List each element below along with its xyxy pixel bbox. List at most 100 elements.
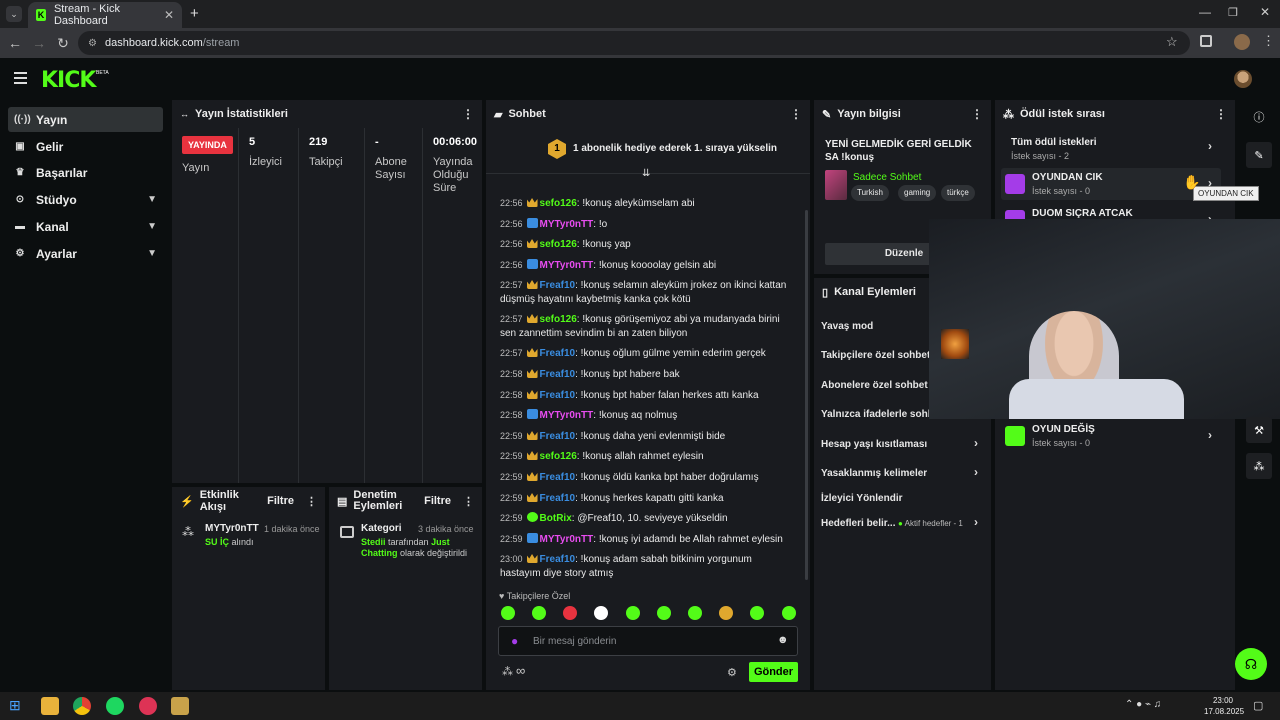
message-username[interactable]: Freaf10 xyxy=(540,280,576,291)
emote-icon[interactable] xyxy=(594,606,608,620)
message-username[interactable]: Freaf10 xyxy=(540,390,576,401)
game-launcher-icon[interactable] xyxy=(171,697,189,715)
browser-menu-icon[interactable]: ⋮ xyxy=(1262,33,1275,49)
more-options-icon[interactable]: ⋮ xyxy=(462,107,474,121)
scroll-down-icon[interactable]: ⇊ xyxy=(642,168,650,179)
message-username[interactable]: sefo126 xyxy=(540,451,577,462)
site-info-icon[interactable]: ⚙ xyxy=(88,38,97,49)
emote-icon[interactable] xyxy=(563,606,577,620)
notification-icon[interactable]: ▢ xyxy=(1253,699,1263,712)
more-options-icon[interactable]: ⋮ xyxy=(971,107,983,121)
emote-icon[interactable] xyxy=(688,606,702,620)
emote-icon[interactable] xyxy=(657,606,671,620)
layout-tool-icon[interactable]: ⁂ xyxy=(1246,453,1272,479)
minimize-icon[interactable]: — xyxy=(1199,5,1211,19)
chrome-icon[interactable] xyxy=(73,697,91,715)
chevron-right-icon[interactable]: › xyxy=(1208,139,1212,153)
message-username[interactable]: sefo126 xyxy=(540,314,577,325)
emote-icon[interactable] xyxy=(782,606,796,620)
gift-banner[interactable]: 1 1 abonelik hediye ederek 1. sıraya yük… xyxy=(486,128,810,179)
spotify-icon[interactable] xyxy=(106,697,124,715)
obs-icon[interactable] xyxy=(139,697,157,715)
emoji-icon[interactable]: ☻ xyxy=(777,634,789,646)
message-username[interactable]: MYTyr0nTT xyxy=(540,534,594,545)
message-username[interactable]: Freaf10 xyxy=(540,493,576,504)
emote-icon[interactable] xyxy=(719,606,733,620)
emote-icon[interactable] xyxy=(626,606,640,620)
microphone-icon[interactable]: ● xyxy=(511,634,518,648)
extensions-icon[interactable] xyxy=(1200,35,1212,47)
kick-logo[interactable]: KICK xyxy=(41,68,96,93)
message-time: 22:58 xyxy=(500,410,523,420)
system-tray-icons[interactable]: ⌃ ● ⌁ ♫ xyxy=(1125,699,1161,710)
channel-action-goals[interactable]: Hedefleri belir... xyxy=(821,518,895,529)
channel-action-account-age[interactable]: Hesap yaşı kısıtlaması xyxy=(821,439,927,450)
more-options-icon[interactable]: ⋮ xyxy=(463,495,474,508)
message-username[interactable]: Freaf10 xyxy=(540,369,576,380)
back-icon[interactable]: ← xyxy=(3,35,27,51)
channel-action-raid[interactable]: İzleyici Yönlendir xyxy=(821,493,903,504)
profile-avatar-icon[interactable] xyxy=(1234,34,1250,50)
all-rewards-title[interactable]: Tüm ödül istekleri xyxy=(1011,137,1097,148)
browser-tabbar: ⌄ K Stream - Kick Dashboard ✕ + — ❐ ✕ xyxy=(0,0,1280,28)
sidebar-item-basarilar[interactable]: ♛ Başarılar xyxy=(8,160,163,185)
emote-icon[interactable] xyxy=(750,606,764,620)
window-close-icon[interactable]: ✕ xyxy=(1260,5,1270,19)
info-icon[interactable]: ⓘ xyxy=(1246,104,1272,130)
message-username[interactable]: Freaf10 xyxy=(540,472,576,483)
sidebar-item-gelir[interactable]: ▣ Gelir xyxy=(8,134,163,159)
message-username[interactable]: Freaf10 xyxy=(540,431,576,442)
close-tab-icon[interactable]: ✕ xyxy=(164,8,174,22)
stream-category[interactable]: Sadece Sohbet xyxy=(853,172,921,183)
message-username[interactable]: Freaf10 xyxy=(540,348,576,359)
user-avatar[interactable] xyxy=(1234,70,1252,88)
sidebar-item-yayin[interactable]: ((·)) Yayın xyxy=(8,107,163,132)
message-username[interactable]: Freaf10 xyxy=(540,554,576,565)
browser-tab-active[interactable]: K Stream - Kick Dashboard ✕ xyxy=(28,2,182,28)
pencil-icon[interactable]: ✎ xyxy=(1246,142,1272,168)
emote-icon[interactable] xyxy=(501,606,515,620)
message-username[interactable]: MYTyr0nTT xyxy=(540,260,594,271)
reload-icon[interactable]: ↻ xyxy=(51,35,75,52)
send-button[interactable]: Gönder xyxy=(749,662,798,682)
channel-action-banned-words[interactable]: Yasaklanmış kelimeler xyxy=(821,468,927,479)
hamburger-menu-icon[interactable] xyxy=(14,72,27,87)
moderation-time: 3 dakika önce xyxy=(418,524,474,534)
channel-action-followers-only[interactable]: Takipçilere özel sohbet xyxy=(821,350,930,361)
chat-settings-icon[interactable]: ⚙ xyxy=(727,666,737,679)
sidebar-item-ayarlar[interactable]: ⚙ Ayarlar ▼ xyxy=(8,241,163,266)
new-tab-icon[interactable]: + xyxy=(190,5,199,22)
message-username[interactable]: MYTyr0nTT xyxy=(540,410,594,421)
sidebar-item-kanal[interactable]: ▬ Kanal ▼ xyxy=(8,214,163,239)
chat-input[interactable]: ● Bir mesaj gönderin ☻ xyxy=(498,626,798,656)
more-options-icon[interactable]: ⋮ xyxy=(1215,107,1227,121)
more-options-icon[interactable]: ⋮ xyxy=(790,107,802,121)
emote-icon[interactable] xyxy=(532,606,546,620)
forward-icon[interactable]: → xyxy=(27,35,51,51)
reward-item[interactable]: OYUN DEĞİŞ İstek sayısı - 0 › xyxy=(1001,420,1221,452)
file-explorer-icon[interactable] xyxy=(41,697,59,715)
chat-scrollbar[interactable] xyxy=(805,210,808,580)
taskbar-clock[interactable]: 23:00 17.08.2025 xyxy=(1204,695,1244,717)
channel-action-emotes-only[interactable]: Yalnızca ifadelerle sohbet xyxy=(821,409,943,420)
bookmark-star-icon[interactable]: ☆ xyxy=(1166,34,1178,50)
wrench-tool-icon[interactable]: ⚒ xyxy=(1246,417,1272,443)
channel-action-slow-mode[interactable]: Yavaş mod xyxy=(821,321,873,332)
more-options-icon[interactable]: ⋮ xyxy=(306,495,317,508)
chat-users-icon[interactable]: ⁂ xyxy=(502,665,513,678)
message-username[interactable]: sefo126 xyxy=(540,239,577,250)
panel-title: Yayın İstatistikleri xyxy=(195,108,288,120)
filter-button[interactable]: Filtre xyxy=(267,495,294,507)
restore-icon[interactable]: ❐ xyxy=(1228,6,1238,19)
goals-active-text: Aktif hedefler - 1 xyxy=(904,519,963,528)
windows-start-icon[interactable]: ⊞ xyxy=(9,697,27,715)
message-username[interactable]: sefo126 xyxy=(540,198,577,209)
support-chat-button[interactable]: ☊ xyxy=(1235,648,1267,680)
sidebar-item-studyo[interactable]: ⊙ Stüdyo ▼ xyxy=(8,187,163,212)
channel-action-subs-only[interactable]: Abonelere özel sohbet xyxy=(821,380,928,391)
address-bar[interactable]: ⚙ dashboard.kick.com/stream xyxy=(78,31,1190,55)
tab-list-icon[interactable]: ⌄ xyxy=(6,6,22,22)
message-username[interactable]: MYTyr0nTT xyxy=(540,219,594,230)
filter-button[interactable]: Filtre xyxy=(424,495,451,507)
message-username[interactable]: BotRix xyxy=(540,513,572,524)
